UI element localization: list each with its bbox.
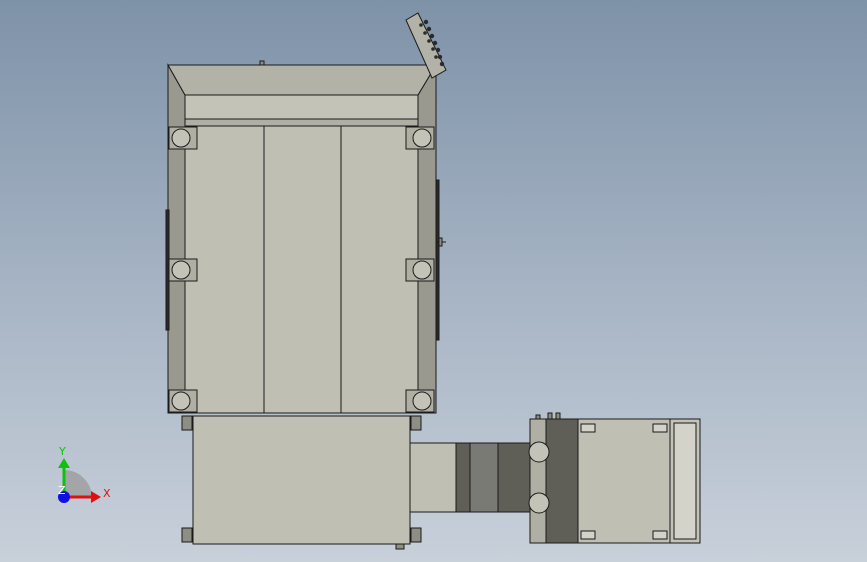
orientation-triad[interactable]: Y X Z xyxy=(58,445,111,503)
z-axis-label: Z xyxy=(58,484,66,497)
cad-viewport[interactable]: Y X Z xyxy=(0,0,867,562)
motor-coupling xyxy=(409,442,531,513)
y-axis-label: Y xyxy=(58,445,66,458)
y-axis-arrowhead xyxy=(58,458,70,468)
x-axis-label: X xyxy=(103,487,111,500)
main-housing xyxy=(165,60,446,414)
motor-block xyxy=(528,412,701,544)
lower-carriage xyxy=(181,415,422,550)
x-axis-arrowhead xyxy=(91,491,101,503)
